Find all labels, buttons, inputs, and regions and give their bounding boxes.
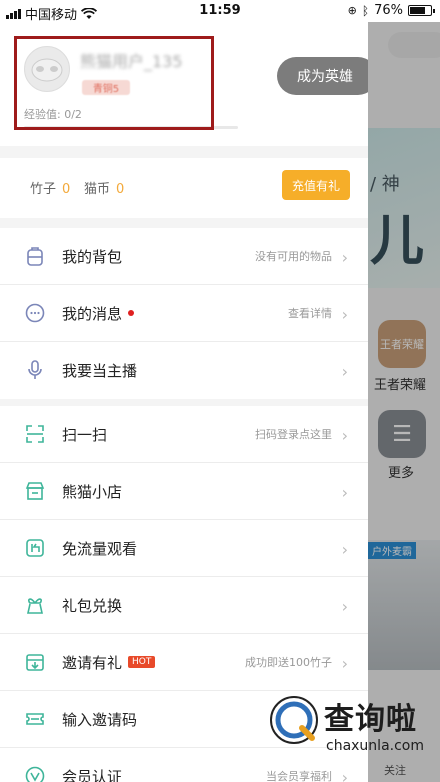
menu-item-hint: 查看详情 — [288, 307, 332, 320]
recharge-button[interactable]: 充值有礼 — [282, 170, 350, 200]
menu-item-label: 邀请有礼 HOT — [62, 652, 156, 673]
menu-item-label: 我的消息 — [62, 303, 135, 324]
backpack-icon — [27, 247, 43, 266]
menu-item-scan[interactable]: 扫一扫 扫码登录点这里 › — [0, 406, 368, 463]
coin-balance[interactable]: 猫币 0 — [84, 178, 124, 197]
menu-item-label: 会员认证 — [62, 768, 123, 782]
battery-percent: 76% — [374, 3, 403, 18]
become-hero-button[interactable]: 成为英雄 — [277, 57, 368, 95]
menu-item-backpack[interactable]: 我的背包 没有可用的物品 › — [0, 228, 368, 285]
drawer-overlay[interactable] — [368, 22, 440, 782]
chevron-right-icon: › — [341, 654, 348, 673]
message-icon — [25, 303, 45, 323]
messages-label: 我的消息 — [62, 305, 123, 323]
bluetooth-icon: ᛒ — [361, 3, 370, 18]
chevron-right-icon: › — [341, 248, 348, 267]
battery-icon — [408, 5, 435, 16]
menu-item-label: 扫一扫 — [62, 426, 108, 444]
chevron-right-icon: › — [341, 597, 348, 616]
ticket-icon — [26, 713, 44, 725]
profile-header[interactable]: 熊猫用户_135 青铜5 经验值: 0/2 成为英雄 — [0, 22, 368, 146]
rotation-lock-icon: ⊕ — [347, 4, 357, 17]
menu-item-label: 输入邀请码 — [62, 711, 138, 729]
chevron-right-icon: › — [341, 305, 348, 324]
menu-item-label: 我要当主播 — [62, 362, 138, 380]
gift-icon — [27, 598, 43, 614]
menu-group-account: 我的背包 没有可用的物品 › 我的消息 查看详情 › 我要当主播 › — [0, 228, 368, 399]
watermark-logo-icon — [270, 696, 318, 744]
free-data-icon — [26, 539, 44, 557]
chevron-right-icon: › — [341, 426, 348, 445]
invite-icon — [26, 654, 44, 671]
vip-icon — [25, 766, 45, 782]
bamboo-label: 竹子 — [30, 182, 57, 197]
highlight-annotation-box — [14, 36, 214, 130]
coin-label: 猫币 — [84, 182, 111, 197]
menu-item-messages[interactable]: 我的消息 查看详情 › — [0, 285, 368, 342]
menu-item-hint: 没有可用的物品 — [255, 250, 332, 263]
bamboo-balance[interactable]: 竹子 0 — [30, 178, 70, 197]
bamboo-value: 0 — [62, 182, 71, 197]
menu-item-free-data[interactable]: 免流量观看 › — [0, 520, 368, 577]
invite-label: 邀请有礼 — [62, 654, 123, 672]
menu-item-panda-shop[interactable]: 熊猫小店 › — [0, 463, 368, 520]
unread-dot — [128, 309, 135, 316]
menu-item-hint: 成功即送100竹子 — [245, 656, 332, 669]
menu-item-hint: 扫码登录点这里 — [255, 428, 332, 441]
side-drawer: 熊猫用户_135 青铜5 经验值: 0/2 成为英雄 竹子 0 猫币 0 充值有礼 … — [0, 22, 368, 782]
scan-icon — [26, 425, 44, 443]
menu-item-label: 礼包兑换 — [62, 597, 123, 615]
chevron-right-icon: › — [341, 540, 348, 559]
chevron-right-icon: › — [341, 483, 348, 502]
hot-badge: HOT — [128, 655, 156, 668]
watermark-name: 查询啦 — [324, 702, 417, 737]
shop-icon — [25, 482, 45, 500]
menu-item-invite[interactable]: 邀请有礼 HOT 成功即送100竹子 › — [0, 634, 368, 691]
menu-item-label: 我的背包 — [62, 248, 123, 266]
watermark-url: chaxunla.com — [326, 738, 424, 754]
menu-item-gift-redeem[interactable]: 礼包兑换 › — [0, 577, 368, 634]
menu-item-label: 免流量观看 — [62, 540, 138, 558]
chevron-right-icon: › — [341, 362, 348, 381]
microphone-icon — [28, 360, 42, 379]
status-bar: 中国移动 11:59 ⊕ ᛒ 76% — [0, 0, 440, 23]
menu-item-become-streamer[interactable]: 我要当主播 › — [0, 342, 368, 399]
wallet-bar: 竹子 0 猫币 0 充值有礼 — [0, 158, 368, 218]
watermark: 查询啦 chaxunla.com — [264, 690, 440, 782]
coin-value: 0 — [116, 182, 125, 197]
menu-item-label: 熊猫小店 — [62, 483, 123, 501]
